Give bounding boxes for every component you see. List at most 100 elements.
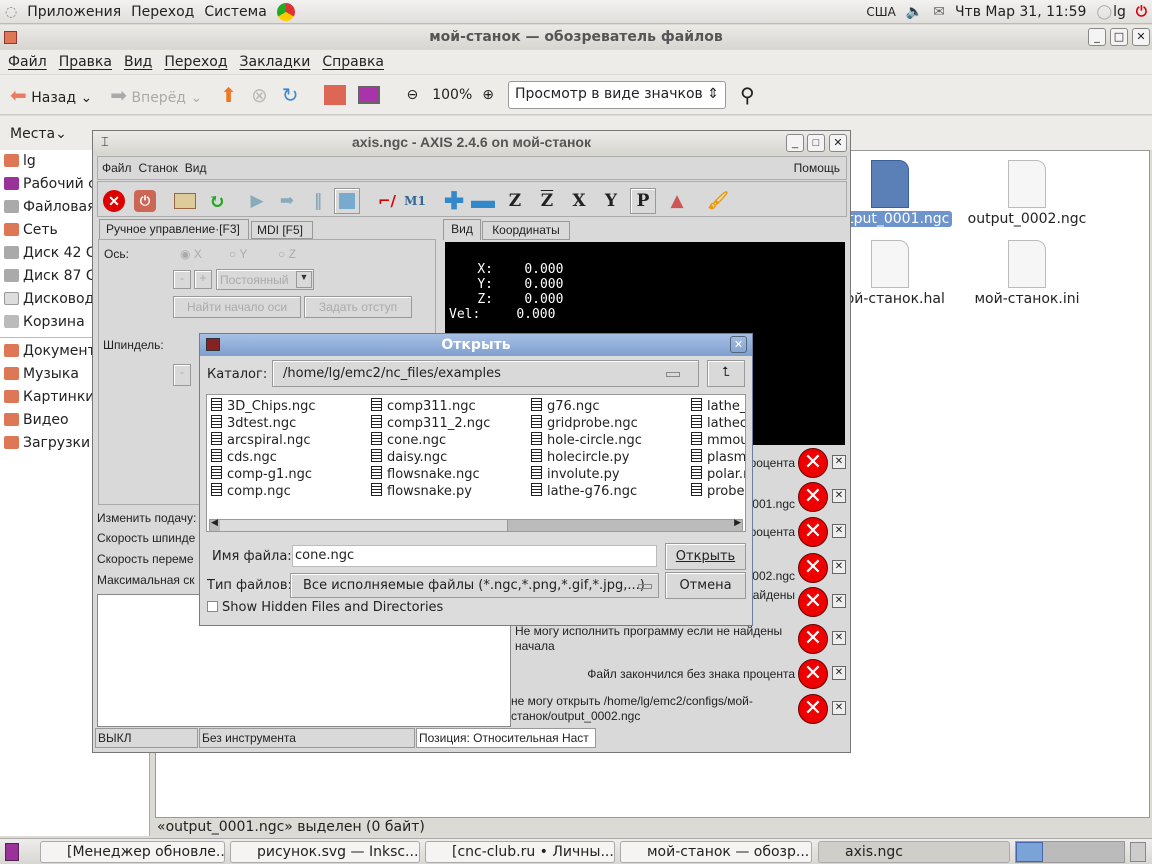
ubuntu-logo-icon[interactable]: ◌ <box>5 4 17 20</box>
workspace-switcher[interactable] <box>1015 841 1125 863</box>
scrollbar-thumb[interactable] <box>220 520 508 531</box>
open-folder-icon[interactable] <box>172 188 198 214</box>
cancel-button[interactable]: Отмена <box>665 572 746 599</box>
file-item[interactable]: plasma <box>691 449 745 466</box>
jog-minus-button[interactable]: - <box>173 270 191 289</box>
menu-view[interactable]: Вид <box>185 161 207 175</box>
stop-icon[interactable]: ⊗ <box>251 83 268 107</box>
menu-file[interactable]: Файл <box>102 161 132 175</box>
file-item[interactable]: polar.r <box>691 466 745 483</box>
menu-bookmarks[interactable]: Закладки <box>240 54 311 70</box>
tab-manual[interactable]: Ручное управление·[F3] <box>99 219 249 239</box>
mail-icon[interactable]: ✉ <box>933 4 945 20</box>
tab-preview[interactable]: Вид <box>443 219 481 240</box>
view-z2-icon[interactable]: Z <box>534 188 560 214</box>
parent-directory-button[interactable]: ⮤ <box>707 360 745 387</box>
dismiss-button[interactable]: ✕ <box>832 666 846 680</box>
touch-off-button[interactable]: Задать отступ <box>304 296 412 318</box>
close-button[interactable]: ✕ <box>1132 28 1150 46</box>
jog-plus-button[interactable]: + <box>194 270 212 289</box>
file-item[interactable]: cone.ngc <box>371 432 490 449</box>
file-item[interactable]: arcspiral.ngc <box>211 432 316 449</box>
computer-icon[interactable] <box>358 85 381 104</box>
filename-input[interactable]: cone.ngc <box>292 545 657 567</box>
menu-file[interactable]: Файл <box>8 54 47 70</box>
user-name[interactable]: lg <box>1113 4 1126 20</box>
view-z-icon[interactable]: Z <box>502 188 528 214</box>
file-item[interactable]: comp311.ngc <box>371 398 490 415</box>
home-icon[interactable] <box>324 84 347 105</box>
maximize-button[interactable]: □ <box>807 134 825 152</box>
menu-machine[interactable]: Станок <box>139 161 178 175</box>
dismiss-button[interactable]: ✕ <box>832 594 846 608</box>
keyboard-layout[interactable]: США <box>866 5 895 19</box>
file-item[interactable]: comp311_2.ngc <box>371 415 490 432</box>
file-item[interactable]: мой-станок.ini <box>962 240 1092 307</box>
file-item[interactable]: gridprobe.ngc <box>531 415 642 432</box>
forward-button[interactable]: ➡ Вперёд ⌄ <box>110 83 202 107</box>
tab-dro[interactable]: Координаты <box>482 221 570 240</box>
taskbar-item-update-manager[interactable]: [Менеджер обновле... <box>40 841 225 863</box>
file-item[interactable]: involute.py <box>531 466 642 483</box>
view-mode-select[interactable]: Просмотр в виде значков ⇕ <box>507 80 726 109</box>
menu-system[interactable]: Система <box>204 4 266 20</box>
power-icon[interactable]: ⏻ <box>1136 4 1147 20</box>
power-icon[interactable]: ⏻ <box>132 188 158 214</box>
file-item[interactable]: g76.ngc <box>531 398 642 415</box>
search-icon[interactable]: ⚲ <box>740 83 755 107</box>
horizontal-scrollbar[interactable]: ◀ ▶ <box>209 518 743 531</box>
zoom-in-icon[interactable]: ⊕ <box>482 87 494 103</box>
run-icon[interactable]: ▶ <box>244 188 270 214</box>
pause-icon[interactable]: ‖ <box>305 188 331 214</box>
taskbar-item-axis[interactable]: axis.ngc <box>818 841 1010 863</box>
view-x-icon[interactable]: X <box>566 188 592 214</box>
axis-radio-z[interactable]: ○ Z <box>278 247 296 261</box>
jog-mode-select[interactable]: Постоянный ▼ <box>216 269 314 290</box>
back-button[interactable]: ⬅ Назад ⌄ <box>10 83 92 107</box>
file-item[interactable]: cds.ngc <box>211 449 316 466</box>
dialog-close-button[interactable]: ✕ <box>730 336 747 353</box>
rotate-view-icon[interactable]: ▲ <box>664 188 690 214</box>
chat-status-icon[interactable]: ◯ <box>1096 4 1112 20</box>
up-icon[interactable]: ⬆ <box>220 83 237 107</box>
menu-edit[interactable]: Правка <box>59 54 112 70</box>
taskbar-item-chrome[interactable]: [cnc-club.ru • Личны... <box>425 841 615 863</box>
file-item[interactable]: mmou <box>691 432 745 449</box>
file-item[interactable]: probe- <box>691 483 745 500</box>
show-hidden-checkbox[interactable]: Show Hidden Files and Directories <box>207 600 443 615</box>
file-item[interactable]: flowsnake.ngc <box>371 466 490 483</box>
trash-icon[interactable] <box>1130 842 1146 862</box>
scroll-left-icon[interactable]: ◀ <box>211 518 218 528</box>
menu-places[interactable]: Переход <box>131 4 194 20</box>
spindle-minus-button[interactable]: - <box>173 364 191 386</box>
workspace-active[interactable] <box>1016 842 1043 862</box>
file-list[interactable]: 3D_Chips.ngc 3dtest.ngc arcspiral.ngc cds.n… <box>206 394 746 532</box>
estop-icon[interactable]: ✕ <box>101 188 127 214</box>
dismiss-button[interactable]: ✕ <box>832 455 846 469</box>
reload-icon[interactable]: ↻ <box>204 188 230 214</box>
minimize-button[interactable]: _ <box>1088 28 1106 46</box>
minimize-button[interactable]: _ <box>786 134 804 152</box>
view-y-icon[interactable]: Y <box>598 188 624 214</box>
tab-mdi[interactable]: MDI [F5] <box>251 221 313 239</box>
file-item[interactable]: 3D_Chips.ngc <box>211 398 316 415</box>
close-button[interactable]: ✕ <box>829 134 847 152</box>
block-delete-icon[interactable]: ⌐/ <box>374 188 400 214</box>
file-item[interactable]: output_0002.ngc <box>962 160 1092 227</box>
volume-icon[interactable]: 🔈 <box>906 4 923 20</box>
zoom-out-icon[interactable]: ▬ <box>470 187 496 214</box>
view-p-icon[interactable]: P <box>630 188 656 214</box>
optional-stop-icon[interactable]: M1 <box>402 188 428 214</box>
clear-plot-icon[interactable]: 🖌 <box>705 188 731 214</box>
zoom-in-icon[interactable]: ✚ <box>441 188 467 215</box>
show-desktop-icon[interactable] <box>5 843 19 861</box>
zoom-out-icon[interactable]: ⊖ <box>406 87 418 103</box>
dismiss-button[interactable]: ✕ <box>832 631 846 645</box>
dismiss-button[interactable]: ✕ <box>832 524 846 538</box>
file-item[interactable]: comp.ngc <box>211 483 316 500</box>
places-dropdown[interactable]: Места⌄ <box>10 126 67 142</box>
file-item[interactable]: holecircle.py <box>531 449 642 466</box>
axis-radio-x[interactable]: ◉ X <box>180 247 202 261</box>
taskbar-item-inkscape[interactable]: рисунок.svg — Inksc... <box>230 841 420 863</box>
file-item[interactable]: 3dtest.ngc <box>211 415 316 432</box>
